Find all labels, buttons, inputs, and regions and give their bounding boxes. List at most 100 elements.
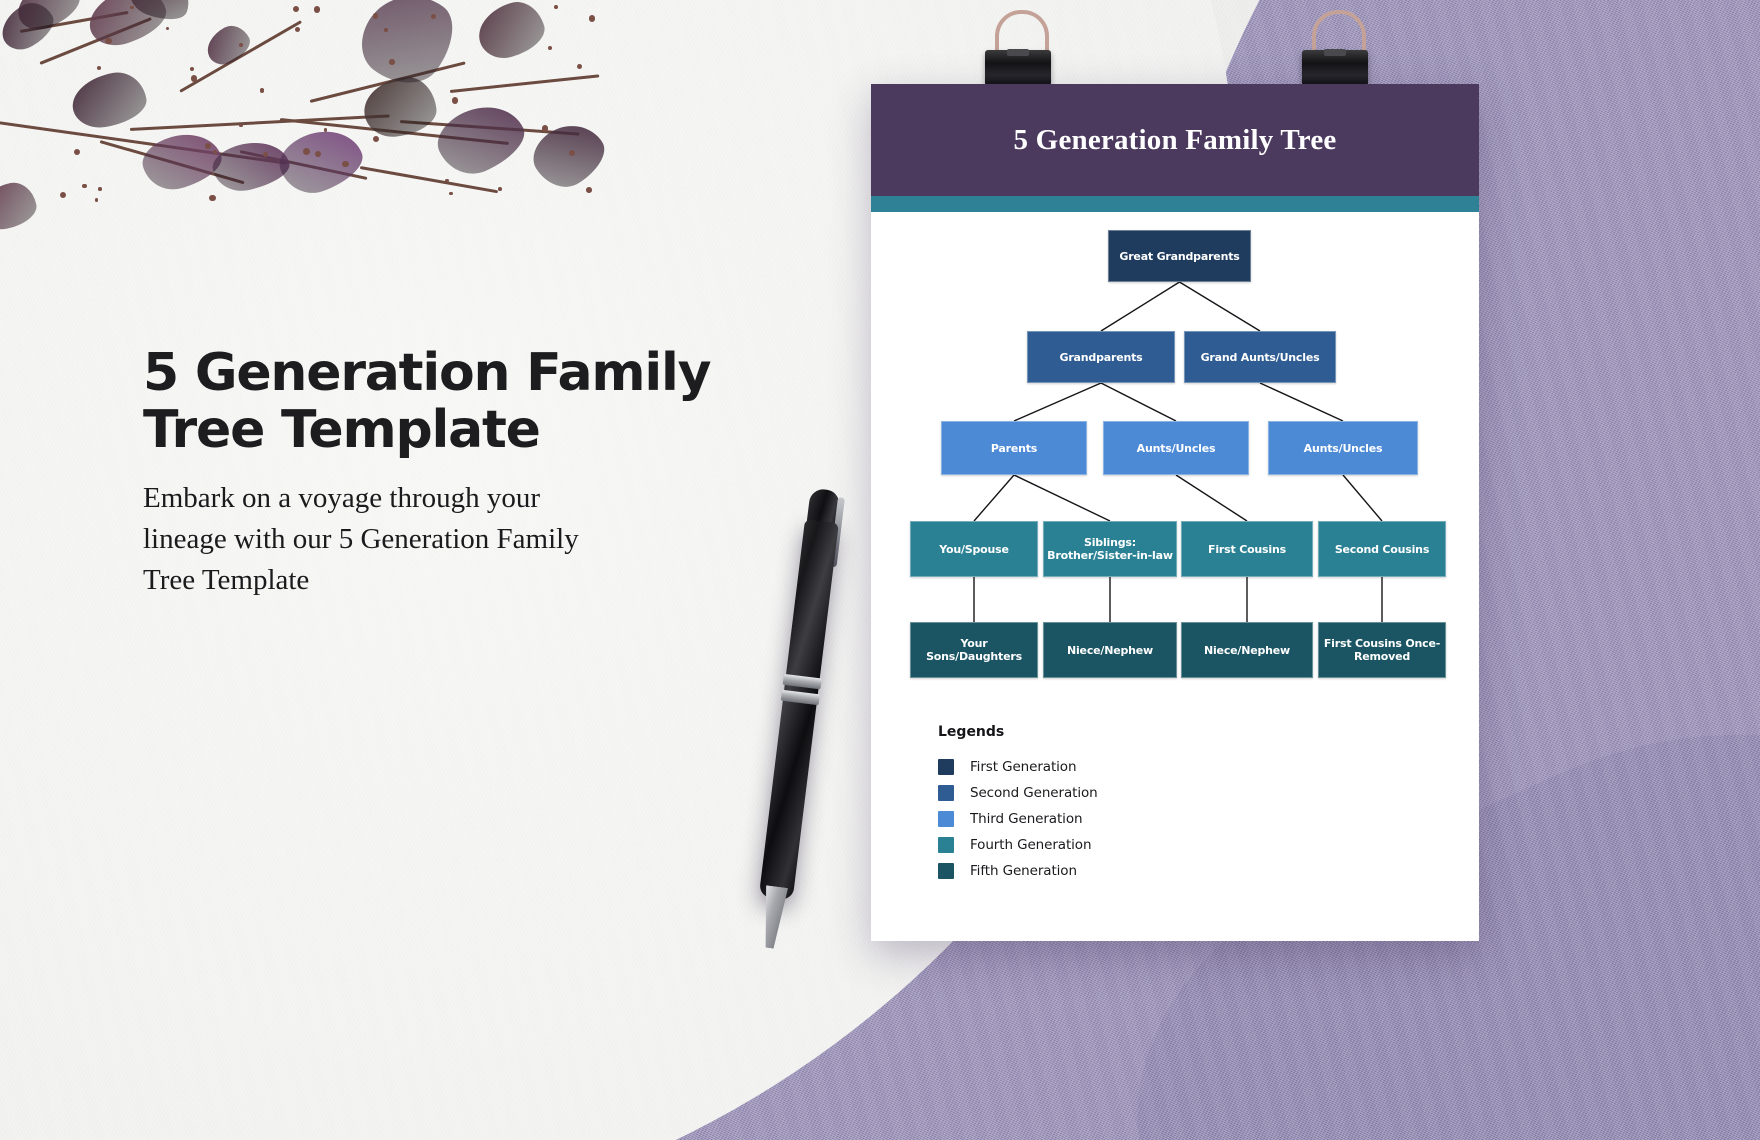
tree-node[interactable]: Siblings: Brother/Sister-in-law: [1043, 521, 1177, 577]
tree-node[interactable]: Parents: [941, 421, 1087, 475]
branch-berry: [239, 43, 243, 47]
branch-berry: [577, 64, 582, 69]
legend-color-swatch: [938, 811, 954, 827]
branch-berry: [97, 66, 101, 70]
tree-edge: [1180, 282, 1261, 331]
branch-berry: [191, 75, 197, 81]
tree-node[interactable]: You/Spouse: [910, 521, 1038, 577]
document-sheet: 5 Generation Family Tree Great Grandpare…: [871, 84, 1479, 941]
binder-clip-left: [981, 10, 1055, 86]
branch-berry: [213, 150, 217, 154]
legend-item-label: First Generation: [970, 759, 1076, 775]
legend-items: First Generation Second Generation Third G…: [938, 754, 1268, 884]
legend-item: Fifth Generation: [938, 858, 1268, 884]
tree-edge: [1176, 475, 1247, 521]
tree-edge: [974, 475, 1014, 521]
tree-node[interactable]: Niece/Nephew: [1043, 622, 1177, 678]
tree-node[interactable]: Aunts/Uncles: [1268, 421, 1418, 475]
tree-node[interactable]: Second Cousins: [1318, 521, 1446, 577]
branch-berry: [554, 5, 558, 9]
branch-berry: [209, 195, 216, 202]
legend-item-label: Third Generation: [970, 811, 1082, 827]
branch-berry: [314, 6, 321, 13]
branch-berry: [449, 192, 452, 195]
tree-connector-lines: [871, 212, 1479, 812]
branch-leaf: [429, 93, 533, 185]
tree-node[interactable]: First Cousins Once-Removed: [1318, 622, 1446, 678]
tree-edge: [1101, 282, 1180, 331]
tree-edge: [1260, 383, 1343, 421]
branch-berry: [542, 125, 549, 132]
scene: 5 Generation Family Tree Template Embark…: [0, 0, 1760, 1140]
branch-berry: [373, 136, 380, 143]
branch-berry: [190, 67, 194, 71]
document-accent-rule: [871, 196, 1479, 212]
branch-berry: [431, 14, 436, 19]
tree-node[interactable]: Your Sons/Daughters: [910, 622, 1038, 678]
tree-node[interactable]: Grand Aunts/Uncles: [1184, 331, 1336, 383]
branch-berry: [205, 143, 211, 149]
branch-berry: [373, 13, 379, 19]
document-header: 5 Generation Family Tree: [871, 84, 1479, 196]
branch-leaf: [472, 0, 550, 64]
legend-color-swatch: [938, 837, 954, 853]
branch-berry: [105, 38, 112, 45]
tree-node[interactable]: Grandparents: [1027, 331, 1175, 383]
branch-berry: [295, 27, 300, 32]
eucalyptus-branch-decoration: [0, 0, 660, 260]
branch-berry: [589, 15, 595, 21]
tree-node[interactable]: Great Grandparents: [1108, 230, 1251, 282]
legend-item: Second Generation: [938, 780, 1268, 806]
legend-title: Legends: [938, 724, 1268, 740]
legend-item: Fourth Generation: [938, 832, 1268, 858]
branch-berry: [60, 192, 66, 198]
branch-berry: [384, 28, 387, 31]
tree-edge: [1014, 475, 1110, 521]
branch-leaf: [201, 20, 256, 71]
branch-berry: [452, 97, 458, 103]
legend-item-label: Second Generation: [970, 785, 1098, 801]
pen-barrel: [759, 519, 839, 900]
branch-berry: [98, 187, 102, 191]
tree-edge: [1343, 475, 1382, 521]
branch-berry: [260, 88, 265, 93]
legend-item-label: Fourth Generation: [970, 837, 1091, 853]
branch-leaf: [273, 120, 370, 203]
legend-color-swatch: [938, 863, 954, 879]
tree-node[interactable]: Aunts/Uncles: [1103, 421, 1249, 475]
legend-color-swatch: [938, 785, 954, 801]
branch-berry: [95, 198, 99, 202]
legend-item: First Generation: [938, 754, 1268, 780]
branch-berry: [74, 149, 80, 155]
branch-berry: [239, 124, 243, 128]
clip-notch: [1007, 49, 1029, 56]
legend: Legends First Generation Second Generatio…: [938, 724, 1268, 884]
branch-leaf: [68, 68, 150, 132]
tree-node[interactable]: First Cousins: [1181, 521, 1313, 577]
branch-berry: [324, 128, 327, 131]
tree-edge: [1101, 383, 1176, 421]
branch-berry: [293, 6, 299, 12]
branch-berry: [498, 187, 502, 191]
branch-berry: [303, 148, 310, 155]
branch-berry: [569, 150, 575, 156]
branch-leaf: [0, 179, 40, 234]
branch-berry: [82, 184, 86, 188]
family-tree-diagram: Great Grandparents Grandparents Grand Aunt…: [871, 212, 1479, 812]
branch-berry: [586, 187, 592, 193]
branch-stem: [450, 74, 599, 93]
branch-berry: [263, 152, 268, 157]
document-title: 5 Generation Family Tree: [1014, 124, 1337, 157]
legend-color-swatch: [938, 759, 954, 775]
clip-notch: [1324, 49, 1346, 56]
branch-berry: [548, 46, 552, 50]
page-title: 5 Generation Family Tree Template: [143, 345, 743, 459]
branch-berry: [389, 59, 395, 65]
branch-berry: [166, 27, 169, 30]
binder-clip-right: [1298, 10, 1372, 86]
legend-item-label: Fifth Generation: [970, 863, 1077, 879]
tree-node[interactable]: Niece/Nephew: [1181, 622, 1313, 678]
legend-item: Third Generation: [938, 806, 1268, 832]
page-description: Embark on a voyage through your lineage …: [143, 478, 613, 601]
tree-edge: [1014, 383, 1101, 421]
